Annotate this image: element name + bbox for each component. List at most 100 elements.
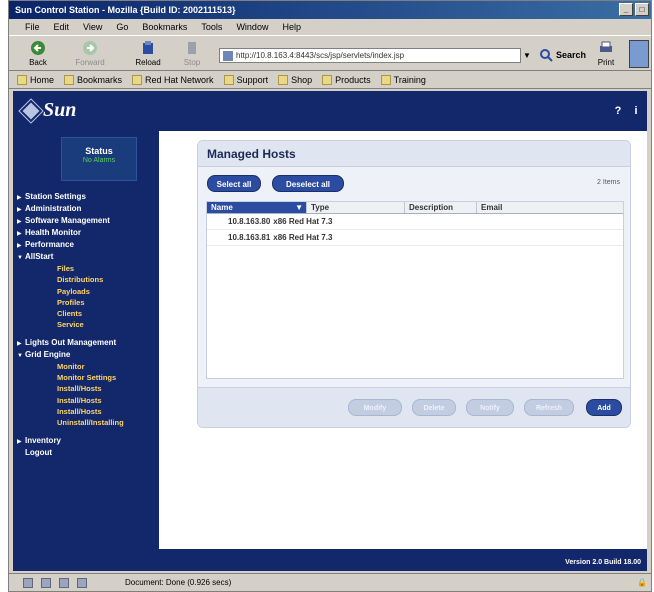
notify-button[interactable]: Notify [466, 399, 514, 416]
throbber-icon [629, 40, 649, 68]
sidebar-item-software-management[interactable]: ▶ Software Management [13, 215, 159, 227]
stop-icon [188, 42, 196, 54]
refresh-button[interactable]: Refresh [524, 399, 574, 416]
print-icon [600, 41, 612, 52]
back-button[interactable]: Back [19, 40, 57, 67]
mail-icon[interactable] [41, 578, 51, 588]
sidebar-subitem-install-hosts-3[interactable]: Install/Hosts [13, 406, 159, 417]
expand-arrow-icon: ▶ [17, 340, 22, 347]
sidebar-subitem-clients[interactable]: Clients [13, 308, 159, 319]
menu-view[interactable]: View [83, 19, 102, 35]
item-count: 2 Items [597, 179, 620, 186]
host-type: x86 Red Hat 7.3 [273, 217, 333, 226]
expand-arrow-icon: ▶ [17, 438, 22, 445]
sidebar-item-inventory[interactable]: ▶ Inventory [13, 435, 159, 447]
sidebar-item-allstart[interactable]: ▼ AllStart [13, 251, 159, 263]
bookmark-training[interactable]: Training [380, 72, 426, 88]
sidebar: Status No Alarms ▶ Station Settings ▶ Admi… [13, 131, 159, 549]
folder-icon [380, 75, 391, 85]
address-book-icon[interactable] [77, 578, 87, 588]
browser-window: Sun Control Station - Mozilla {Build ID:… [8, 0, 652, 592]
status-box[interactable]: Status No Alarms [61, 137, 137, 181]
sidebar-item-station-settings[interactable]: ▶ Station Settings [13, 191, 159, 203]
search-button[interactable]: Search [539, 45, 586, 65]
menu-window[interactable]: Window [236, 19, 268, 35]
bookmark-red-hat-network[interactable]: Red Hat Network [132, 72, 214, 88]
status-value: No Alarms [82, 157, 116, 164]
composer-icon[interactable] [59, 578, 69, 588]
sidebar-item-lights-out-management[interactable]: ▶ Lights Out Management [13, 337, 159, 349]
reload-button[interactable]: Reload [129, 40, 167, 67]
url-dropdown-icon[interactable]: ▼ [523, 48, 533, 63]
sidebar-subitem-monitor[interactable]: Monitor [13, 361, 159, 372]
collapse-arrow-icon: ▼ [17, 352, 23, 359]
menu-bar: File Edit View Go Bookmarks Tools Window… [9, 19, 651, 35]
host-type: x86 Red Hat 7.3 [273, 233, 333, 242]
modify-button[interactable]: Modify [348, 399, 402, 416]
folder-icon [223, 75, 234, 85]
sidebar-subitem-install-hosts[interactable]: Install/Hosts [13, 383, 159, 394]
sidebar-subitem-distributions[interactable]: Distributions [13, 274, 159, 285]
add-button[interactable]: Add [586, 399, 622, 416]
main-content: Managed Hosts Select all Deselect all 2 … [159, 131, 647, 549]
menu-help[interactable]: Help [282, 19, 301, 35]
help-icon[interactable]: ? [611, 104, 625, 118]
sidebar-item-administration[interactable]: ▶ Administration [13, 203, 159, 215]
back-arrow-icon [31, 41, 45, 55]
bookmark-bookmarks[interactable]: Bookmarks [64, 72, 122, 88]
sidebar-item-performance[interactable]: ▶ Performance [13, 239, 159, 251]
version-bar: Version 2.0 Build 18.00 [13, 549, 647, 571]
minimize-button[interactable]: _ [619, 3, 633, 16]
sun-diamond-icon [18, 97, 44, 124]
deselect-all-button[interactable]: Deselect all [272, 175, 344, 192]
menu-edit[interactable]: Edit [54, 19, 70, 35]
select-all-button[interactable]: Select all [207, 175, 261, 192]
sidebar-subitem-monitor-settings[interactable]: Monitor Settings [13, 372, 159, 383]
folder-icon [278, 75, 289, 85]
url-input[interactable]: http://10.8.163.4:8443/scs/jsp/servlets/… [219, 48, 521, 63]
link-icon [132, 75, 143, 85]
bookmark-shop[interactable]: Shop [278, 72, 312, 88]
sidebar-item-grid-engine[interactable]: ▼ Grid Engine [13, 349, 159, 361]
column-header-type[interactable]: Type [307, 202, 405, 213]
menu-tools[interactable]: Tools [201, 19, 222, 35]
delete-button[interactable]: Delete [412, 399, 456, 416]
managed-hosts-panel: Managed Hosts Select all Deselect all 2 … [197, 140, 631, 428]
info-icon[interactable]: i [629, 104, 643, 118]
title-bar: Sun Control Station - Mozilla {Build ID:… [9, 1, 651, 19]
sidebar-subitem-uninstall[interactable]: Uninstall/Installing [13, 417, 159, 428]
search-icon [540, 49, 553, 62]
url-text: http://10.8.163.4:8443/scs/jsp/servlets/… [236, 51, 405, 60]
table-row[interactable]: 10.8.163.81 x86 Red Hat 7.3 [207, 230, 623, 246]
sidebar-item-logout[interactable]: Logout [13, 447, 159, 459]
sidebar-subitem-files[interactable]: Files [13, 263, 159, 274]
app-header: Sun ? i [13, 91, 647, 131]
sidebar-subitem-service[interactable]: Service [13, 319, 159, 330]
status-text: Document: Done (0.926 secs) [125, 578, 232, 587]
bookmark-support[interactable]: Support [223, 72, 268, 88]
print-button[interactable]: Print [591, 40, 621, 67]
folder-icon [322, 75, 333, 85]
maximize-button[interactable]: □ [635, 3, 649, 16]
sidebar-subitem-install-hosts-2[interactable]: Install/Hosts [13, 395, 159, 406]
column-header-name[interactable]: Name ▼ [207, 202, 307, 213]
menu-go[interactable]: Go [116, 19, 128, 35]
window-title: Sun Control Station - Mozilla {Build ID:… [15, 5, 236, 15]
sidebar-subitem-payloads[interactable]: Payloads [13, 286, 159, 297]
status-label: Status [85, 146, 113, 156]
hosts-table: Name ▼ Type Description Email 10.8.163.8… [206, 201, 624, 379]
menu-bookmarks[interactable]: Bookmarks [142, 19, 187, 35]
status-bar: Document: Done (0.926 secs) 🔒 [9, 573, 651, 591]
sidebar-subitem-profiles[interactable]: Profiles [13, 297, 159, 308]
column-header-description[interactable]: Description [405, 202, 477, 213]
bookmark-products[interactable]: Products [322, 72, 371, 88]
forward-button[interactable]: Forward [71, 40, 109, 67]
sidebar-item-health-monitor[interactable]: ▶ Health Monitor [13, 227, 159, 239]
stop-button[interactable]: Stop [173, 40, 211, 67]
bookmark-home[interactable]: Home [17, 72, 54, 88]
menu-file[interactable]: File [25, 19, 40, 35]
navigator-icon[interactable] [23, 578, 33, 588]
host-name: 10.8.163.81 [228, 233, 271, 242]
column-header-email[interactable]: Email [477, 202, 623, 213]
table-row[interactable]: 10.8.163.80 x86 Red Hat 7.3 [207, 214, 623, 230]
